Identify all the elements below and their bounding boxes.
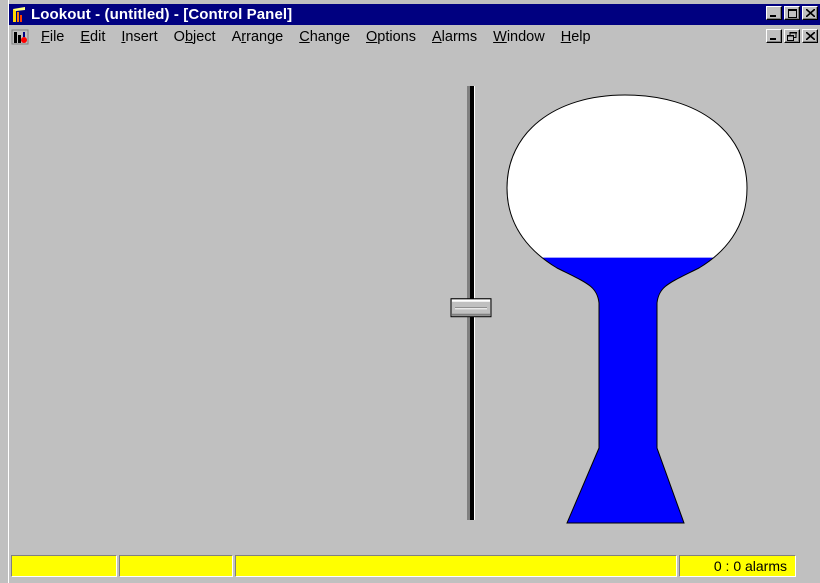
document-control-icon[interactable] (11, 29, 29, 45)
menu-window[interactable]: Window (493, 29, 545, 45)
menu-object[interactable]: Object (174, 29, 216, 45)
lookout-app-icon[interactable] (11, 6, 27, 23)
menu-change[interactable]: Change (299, 29, 350, 45)
level-slider[interactable] (450, 86, 492, 520)
doc-close-button[interactable] (802, 29, 818, 43)
menu-alarms[interactable]: Alarms (432, 29, 477, 45)
close-button[interactable] (802, 6, 818, 20)
maximize-button[interactable] (784, 6, 800, 20)
doc-restore-button[interactable] (784, 29, 800, 43)
title-bar[interactable]: Lookout - (untitled) - [Control Panel] (9, 4, 820, 25)
menu-options[interactable]: Options (366, 29, 416, 45)
menu-help[interactable]: Help (561, 29, 591, 45)
menu-bar: File Edit Insert Object Arrange Change Options… (9, 27, 820, 47)
menu-file[interactable]: File (41, 29, 64, 45)
status-bar: 0 : 0 alarms (9, 555, 820, 579)
water-tower-tank (506, 94, 748, 524)
tank-liquid (507, 257, 747, 523)
window-title: Lookout - (untitled) - [Control Panel] (31, 6, 293, 23)
minimize-button[interactable] (766, 6, 782, 20)
doc-minimize-button[interactable] (766, 29, 782, 43)
menu-edit[interactable]: Edit (80, 29, 105, 45)
status-panel-2 (119, 555, 233, 577)
alarms-status[interactable]: 0 : 0 alarms (679, 555, 796, 577)
slider-thumb[interactable] (450, 298, 492, 318)
menu-arrange[interactable]: Arrange (232, 29, 284, 45)
application-window: Lookout - (untitled) - [Control Panel] F… (8, 0, 820, 583)
status-panel-1 (11, 555, 117, 577)
control-panel-canvas[interactable] (9, 48, 820, 548)
menu-insert[interactable]: Insert (121, 29, 157, 45)
status-panel-3 (235, 555, 677, 577)
